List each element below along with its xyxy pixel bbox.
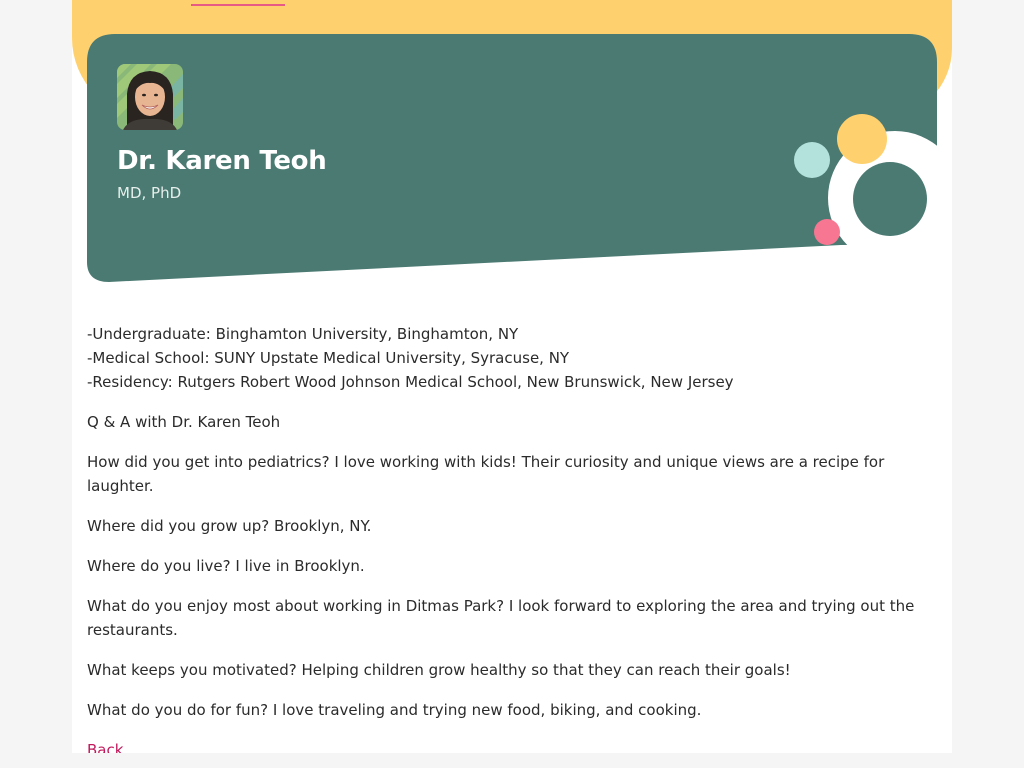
education-item: -Undergraduate: Binghamton University, B… [87,325,519,343]
qa-heading: Q & A with Dr. Karen Teoh [87,413,281,431]
qa-item: What do you do for fun? I love traveling… [87,701,702,719]
profile-hero: Dr. Karen Teoh MD, PhD [87,34,937,284]
active-nav-indicator [191,4,285,6]
profile-content: -Undergraduate: Binghamton University, B… [87,322,927,753]
qa-item: What keeps you motivated? Helping childr… [87,661,791,679]
page-container: Dr. Karen Teoh MD, PhD -Undergraduate: B… [72,0,952,753]
decor-yellow-dot [837,114,887,164]
qa-item: What do you enjoy most about working in … [87,597,915,639]
qa-item: Where did you grow up? Brooklyn, NY. [87,517,372,535]
education-list: -Undergraduate: Binghamton University, B… [87,322,927,394]
education-item: -Medical School: SUNY Upstate Medical Un… [87,349,570,367]
back-link[interactable]: Back [87,738,123,753]
doctor-name: Dr. Karen Teoh [117,146,327,176]
education-item: -Residency: Rutgers Robert Wood Johnson … [87,373,734,391]
qa-item: How did you get into pediatrics? I love … [87,453,885,495]
doctor-credentials: MD, PhD [117,184,182,202]
qa-item: Where do you live? I live in Brooklyn. [87,557,365,575]
decor-green-circle [853,162,927,236]
doctor-portrait [117,64,183,130]
decor-mint-dot [794,142,830,178]
avatar [117,64,183,130]
decor-pink-dot [814,219,840,245]
